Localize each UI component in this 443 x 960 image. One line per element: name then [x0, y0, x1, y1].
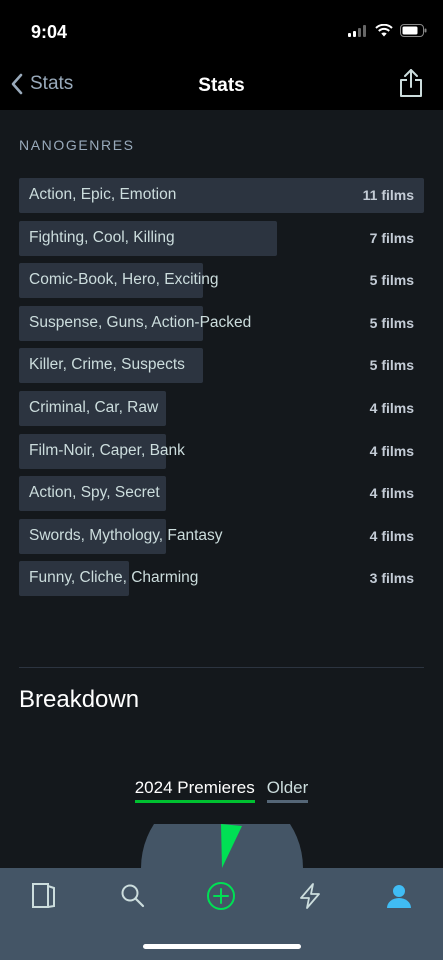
nanogenre-row[interactable]: Action, Spy, Secret 4 films	[19, 476, 424, 512]
profile-icon	[387, 885, 411, 908]
tab-older[interactable]: Older	[266, 778, 309, 803]
activity-tab[interactable]	[290, 878, 330, 914]
status-icons	[348, 24, 427, 37]
page-title: Stats	[198, 75, 245, 96]
cellular-signal-icon	[348, 24, 366, 37]
stats-content[interactable]: NANOGENRES Action, Epic, Emotion 11 films…	[0, 110, 443, 868]
nanogenre-row[interactable]: Killer, Crime, Suspects 5 films	[19, 348, 424, 384]
nanogenre-count: 5 films	[369, 272, 414, 289]
share-icon	[400, 69, 422, 97]
nanogenre-row[interactable]: Criminal, Car, Raw 4 films	[19, 391, 424, 426]
nanogenre-row[interactable]: Funny, Cliche, Charming 3 films	[19, 561, 424, 597]
breakdown-gauge	[141, 824, 303, 868]
nanogenre-name: Killer, Crime, Suspects	[29, 356, 185, 374]
nanogenre-count: 3 films	[369, 570, 414, 587]
nanogenre-row[interactable]: Action, Epic, Emotion 11 films	[19, 178, 424, 213]
nanogenre-count: 5 films	[369, 357, 414, 374]
profile-tab[interactable]	[379, 878, 419, 914]
nanogenre-name: Criminal, Car, Raw	[29, 399, 159, 416]
nanogenre-count: 4 films	[369, 527, 414, 544]
section-label: NANOGENRES	[19, 137, 135, 153]
nanogenre-name: Action, Epic, Emotion	[29, 186, 177, 203]
nanogenre-name: Funny, Cliche, Charming	[29, 569, 199, 587]
nanogenre-row[interactable]: Swords, Mythology, Fantasy 4 films	[19, 518, 424, 554]
diary-tab[interactable]	[24, 878, 64, 914]
nanogenre-row[interactable]: Fighting, Cool, Killing 7 films	[19, 220, 424, 256]
nanogenre-name: Swords, Mythology, Fantasy	[29, 526, 223, 544]
status-bar: 9:04	[0, 0, 443, 62]
nanogenre-row[interactable]: Comic-Book, Hero, Exciting 5 films	[19, 263, 424, 299]
nanogenre-count: 4 films	[369, 400, 414, 416]
home-indicator	[143, 944, 301, 949]
battery-icon	[400, 24, 427, 37]
navigation-bar: Stats Stats	[0, 62, 443, 110]
status-time: 9:04	[31, 22, 68, 42]
activity-icon	[300, 883, 320, 909]
nanogenre-row[interactable]: Film-Noir, Caper, Bank 4 films	[19, 433, 424, 469]
share-button[interactable]	[399, 68, 423, 103]
add-tab[interactable]	[201, 878, 241, 914]
diary-icon	[32, 883, 55, 908]
nanogenre-name: Fighting, Cool, Killing	[29, 228, 175, 246]
nanogenre-count: 5 films	[369, 314, 414, 331]
nanogenre-row[interactable]: Suspense, Guns, Action-Packed 5 films	[19, 305, 424, 341]
breakdown-title: Breakdown	[19, 686, 140, 713]
nanogenre-name: Comic-Book, Hero, Exciting	[29, 271, 219, 289]
nanogenre-name: Film-Noir, Caper, Bank	[29, 441, 185, 459]
nanogenre-count: 4 films	[369, 485, 414, 502]
search-icon	[121, 884, 145, 908]
search-tab[interactable]	[113, 878, 153, 914]
nanogenre-count: 4 films	[369, 442, 414, 459]
nanogenre-name: Action, Spy, Secret	[29, 484, 160, 502]
breakdown-tabs: 2024 Premieres Older	[0, 778, 443, 803]
nanogenre-name: Suspense, Guns, Action-Packed	[29, 313, 252, 331]
wifi-icon	[375, 24, 393, 37]
divider	[19, 667, 424, 668]
nanogenre-count: 7 films	[369, 229, 414, 246]
nanogenre-count: 11 films	[362, 187, 414, 203]
tab-2024-premieres[interactable]: 2024 Premieres	[134, 778, 255, 803]
add-icon	[207, 882, 235, 910]
